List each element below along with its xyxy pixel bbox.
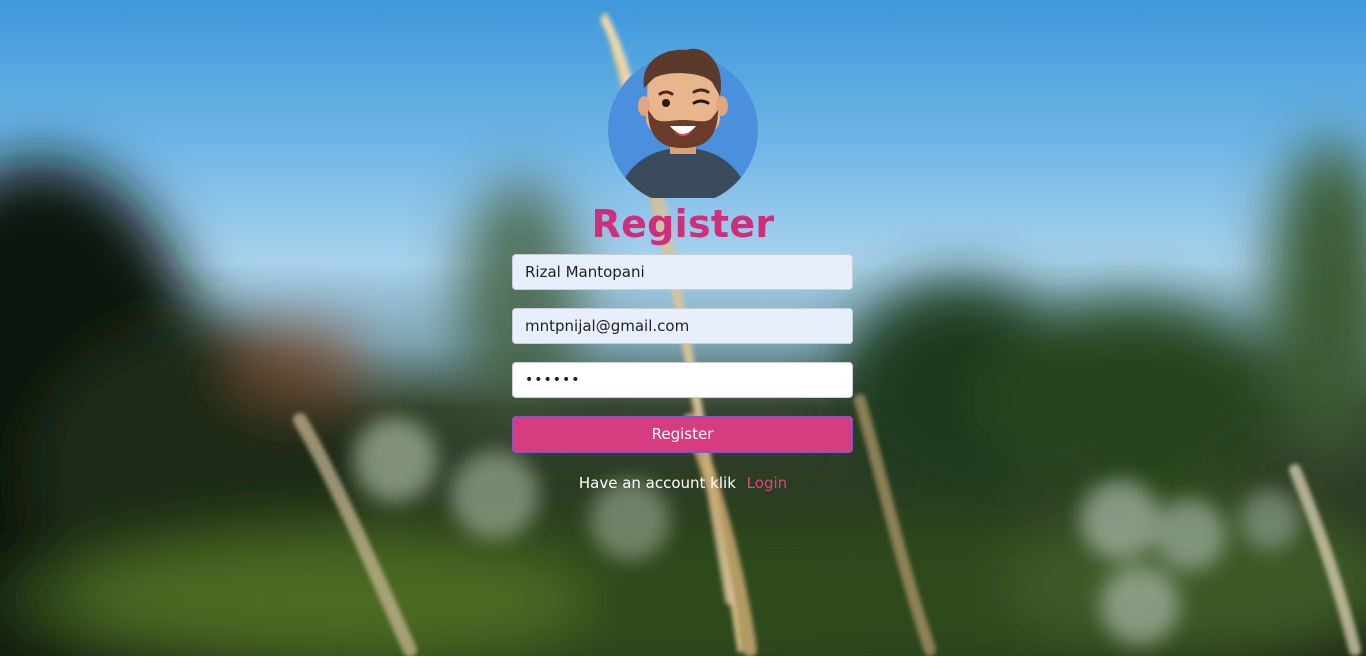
login-prompt: Have an account klik Login — [0, 472, 1366, 494]
email-input[interactable]: mntpnijal@gmail.com — [512, 308, 853, 344]
name-input[interactable]: Rizal Mantopani — [512, 254, 853, 290]
page-title: Register — [591, 202, 775, 246]
register-page: Register Rizal Mantopani mntpnijal@gmail… — [0, 0, 1366, 658]
login-link[interactable]: Login — [747, 474, 787, 492]
password-input[interactable]: •••••• — [512, 362, 853, 398]
register-button[interactable]: Register — [512, 416, 853, 453]
register-container: Register Rizal Mantopani mntpnijal@gmail… — [0, 0, 1366, 658]
login-prompt-text: Have an account klik — [578, 474, 736, 492]
avatar-icon — [608, 48, 758, 198]
